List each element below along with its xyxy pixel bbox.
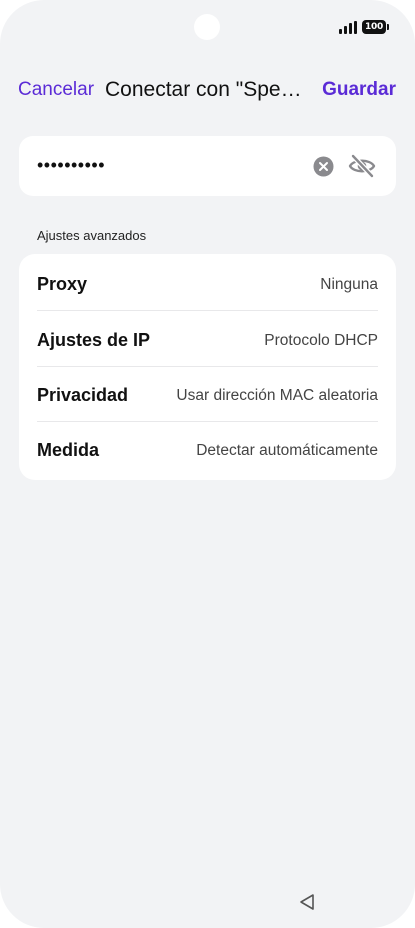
advanced-settings-list: Proxy Ninguna Ajustes de IP Protocolo DH… xyxy=(19,254,396,480)
battery-icon: 100 xyxy=(362,20,389,34)
top-bar: Cancelar Conectar con "Spee... Guardar xyxy=(0,72,415,108)
row-value: Protocolo DHCP xyxy=(264,332,378,349)
row-label: Proxy xyxy=(37,274,88,294)
row-label: Medida xyxy=(37,440,100,460)
list-item-proxy[interactable]: Proxy Ninguna xyxy=(19,256,396,311)
divider xyxy=(37,310,378,311)
section-title: Ajustes avanzados xyxy=(37,228,147,243)
list-item-metered[interactable]: Medida Detectar automáticamente xyxy=(19,422,396,477)
password-value[interactable]: •••••••••• xyxy=(37,155,105,176)
row-label: Privacidad xyxy=(37,385,129,405)
row-value: Usar dirección MAC aleatoria xyxy=(176,387,378,404)
camera-cutout xyxy=(194,14,220,40)
cancel-button[interactable]: Cancelar xyxy=(18,79,94,101)
back-triangle-icon[interactable] xyxy=(299,893,315,911)
page-title: Conectar con "Spee... xyxy=(105,78,305,101)
clear-circle-icon[interactable] xyxy=(313,156,334,177)
list-item-privacy[interactable]: Privacidad Usar dirección MAC aleatoria xyxy=(19,367,396,422)
list-item-ip-settings[interactable]: Ajustes de IP Protocolo DHCP xyxy=(19,312,396,367)
save-button[interactable]: Guardar xyxy=(322,79,396,101)
row-value: Detectar automáticamente xyxy=(196,442,378,459)
row-value: Ninguna xyxy=(320,276,378,293)
row-label: Ajustes de IP xyxy=(37,330,151,350)
password-field[interactable]: •••••••••• xyxy=(19,136,396,196)
eye-off-icon[interactable] xyxy=(348,153,376,179)
phone-screen: 100 Cancelar Conectar con "Spee... Guard… xyxy=(0,0,415,928)
signal-bars-icon xyxy=(339,21,357,34)
